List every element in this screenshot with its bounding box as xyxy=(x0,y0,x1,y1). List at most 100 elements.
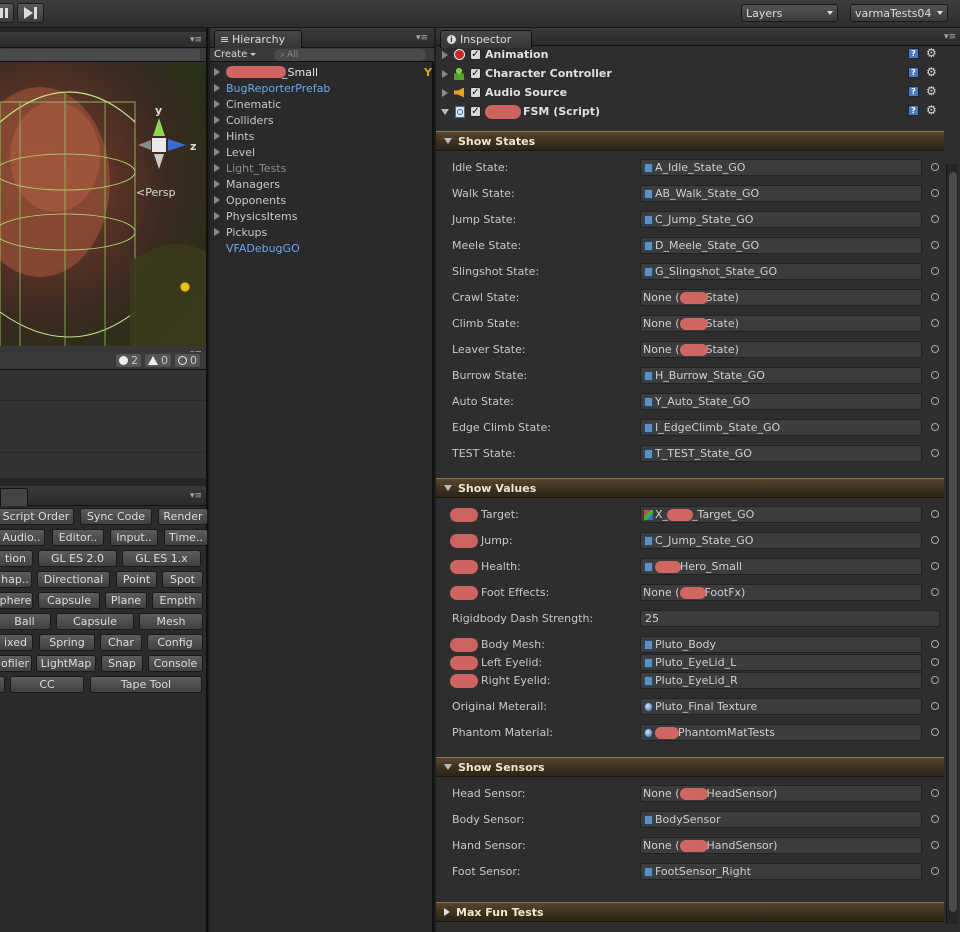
object-field[interactable]: None (State) xyxy=(640,341,922,358)
empty-button[interactable]: Empth xyxy=(152,592,203,609)
object-field[interactable]: G_Slingshot_State_GO xyxy=(640,263,922,280)
enabled-checkbox[interactable]: ✓ xyxy=(470,49,481,60)
expand-arrow-icon[interactable] xyxy=(214,116,220,124)
number-input[interactable]: 25 xyxy=(640,610,940,627)
section-show-values[interactable]: Show Values xyxy=(436,478,944,498)
component-audio-source[interactable]: ✓ Audio Source ? ⚙ xyxy=(436,83,946,102)
object-picker-icon[interactable] xyxy=(931,841,939,849)
console-button[interactable]: Console xyxy=(148,655,203,672)
object-field[interactable]: None (State) xyxy=(640,289,922,306)
component-fsm-script[interactable]: ✓ FSM (Script) ? ⚙ xyxy=(436,102,946,121)
audio-button[interactable]: Audio.. xyxy=(0,529,45,546)
expand-arrow-icon[interactable] xyxy=(214,212,220,220)
object-field[interactable]: Pluto_Final Texture xyxy=(640,698,922,715)
object-picker-icon[interactable] xyxy=(931,163,939,171)
cc-button[interactable]: CC xyxy=(10,676,84,693)
object-picker-icon[interactable] xyxy=(931,189,939,197)
object-field[interactable]: None (HeadSensor) xyxy=(640,785,922,802)
pause-button[interactable] xyxy=(0,3,14,23)
list-item[interactable]: Pickups xyxy=(214,224,267,240)
object-field[interactable]: C_Jump_State_GO xyxy=(640,211,922,228)
expand-arrow-icon[interactable] xyxy=(214,228,220,236)
panel-menu-icon[interactable]: ▾≡ xyxy=(190,35,202,45)
list-item[interactable]: VFADebugGO xyxy=(214,240,300,256)
partial-button[interactable] xyxy=(0,676,5,693)
snap-button[interactable]: Snap xyxy=(101,655,143,672)
expand-arrow-icon[interactable] xyxy=(442,88,448,97)
enabled-checkbox[interactable]: ✓ xyxy=(470,106,481,117)
object-field[interactable]: Pluto_EyeLid_L xyxy=(640,654,922,671)
error-count-toggle[interactable]: 2 xyxy=(116,354,141,367)
point-button[interactable]: Point xyxy=(116,571,157,588)
list-item[interactable]: Colliders xyxy=(214,112,274,128)
tape-tool-button[interactable]: Tape Tool xyxy=(90,676,202,693)
object-field[interactable]: FootSensor_Right xyxy=(640,863,922,880)
section-show-states[interactable]: Show States xyxy=(436,131,944,151)
object-picker-icon[interactable] xyxy=(931,371,939,379)
list-item[interactable]: Managers xyxy=(214,176,280,192)
object-field[interactable]: C_Jump_State_GO xyxy=(640,532,922,549)
plane-button[interactable]: Plane xyxy=(105,592,147,609)
help-icon[interactable]: ? xyxy=(908,105,919,116)
list-item[interactable]: Cinematic xyxy=(214,96,281,112)
object-picker-icon[interactable] xyxy=(931,728,939,736)
scene-viewport[interactable]: y z <Persp xyxy=(0,62,206,360)
object-field[interactable]: None (FootFx) xyxy=(640,584,922,601)
list-item[interactable]: Opponents xyxy=(214,192,286,208)
mesh-button[interactable]: Mesh xyxy=(139,613,203,630)
object-field[interactable]: Pluto_EyeLid_R xyxy=(640,672,922,689)
gear-icon[interactable]: ⚙ xyxy=(926,84,937,98)
config-button[interactable]: Config xyxy=(147,634,203,651)
hierarchy-search-input[interactable]: ⌕ All xyxy=(274,49,426,61)
object-field[interactable]: D_Meele_State_GO xyxy=(640,237,922,254)
info-count-toggle[interactable]: 0 xyxy=(175,354,200,367)
object-field[interactable]: BodySensor xyxy=(640,811,922,828)
lightmap-button[interactable]: LightMap xyxy=(36,655,96,672)
expand-arrow-icon[interactable] xyxy=(214,132,220,140)
object-picker-icon[interactable] xyxy=(931,241,939,249)
object-picker-icon[interactable] xyxy=(931,815,939,823)
object-picker-icon[interactable] xyxy=(931,267,939,275)
help-icon[interactable]: ? xyxy=(908,48,919,59)
object-field[interactable]: H_Burrow_State_GO xyxy=(640,367,922,384)
ball-button[interactable]: Ball xyxy=(0,613,51,630)
object-picker-icon[interactable] xyxy=(931,215,939,223)
object-field[interactable]: PhantomMatTests xyxy=(640,724,922,741)
scrollbar-thumb[interactable] xyxy=(949,172,957,912)
spring-button[interactable]: Spring xyxy=(39,634,95,651)
list-item[interactable]: Level xyxy=(214,144,255,160)
object-picker-icon[interactable] xyxy=(931,640,939,648)
persp-label[interactable]: <Persp xyxy=(136,186,175,199)
expand-arrow-icon[interactable] xyxy=(214,100,220,108)
object-field[interactable]: A_Idle_State_GO xyxy=(640,159,922,176)
help-icon[interactable]: ? xyxy=(908,67,919,78)
expand-arrow-icon[interactable] xyxy=(214,196,220,204)
fixed-button[interactable]: ixed xyxy=(0,634,33,651)
expand-arrow-icon[interactable] xyxy=(214,180,220,188)
gear-icon[interactable]: ⚙ xyxy=(926,65,937,79)
object-picker-icon[interactable] xyxy=(931,676,939,684)
object-picker-icon[interactable] xyxy=(931,449,939,457)
section-max-fun-tests[interactable]: Max Fun Tests xyxy=(436,902,944,922)
object-picker-icon[interactable] xyxy=(931,345,939,353)
script-order-button[interactable]: Script Order xyxy=(0,508,74,525)
help-icon[interactable]: ? xyxy=(908,86,919,97)
capsule-collider-button[interactable]: Capsule xyxy=(56,613,134,630)
gles20-button[interactable]: GL ES 2.0 xyxy=(38,550,117,567)
input-button[interactable]: Input.. xyxy=(110,529,158,546)
profiler-button[interactable]: ofiler xyxy=(0,655,32,672)
layout-dropdown[interactable]: varmaTests04 xyxy=(850,4,948,22)
object-picker-icon[interactable] xyxy=(931,702,939,710)
panel-menu-icon[interactable]: ▾≡ xyxy=(190,491,202,501)
object-picker-icon[interactable] xyxy=(931,510,939,518)
component-animation[interactable]: ✓ Animation ? ⚙ xyxy=(436,45,946,64)
object-field[interactable]: None (HandSensor) xyxy=(640,837,922,854)
sphere-button[interactable]: phere xyxy=(0,592,33,609)
object-picker-icon[interactable] xyxy=(931,319,939,327)
object-picker-icon[interactable] xyxy=(931,789,939,797)
gear-icon[interactable]: ⚙ xyxy=(926,46,937,60)
expand-arrow-icon[interactable] xyxy=(214,68,220,76)
list-item[interactable]: Hints xyxy=(214,128,254,144)
panel-menu-icon[interactable]: ▾≡ xyxy=(416,33,428,43)
create-dropdown[interactable]: Create xyxy=(214,48,257,61)
